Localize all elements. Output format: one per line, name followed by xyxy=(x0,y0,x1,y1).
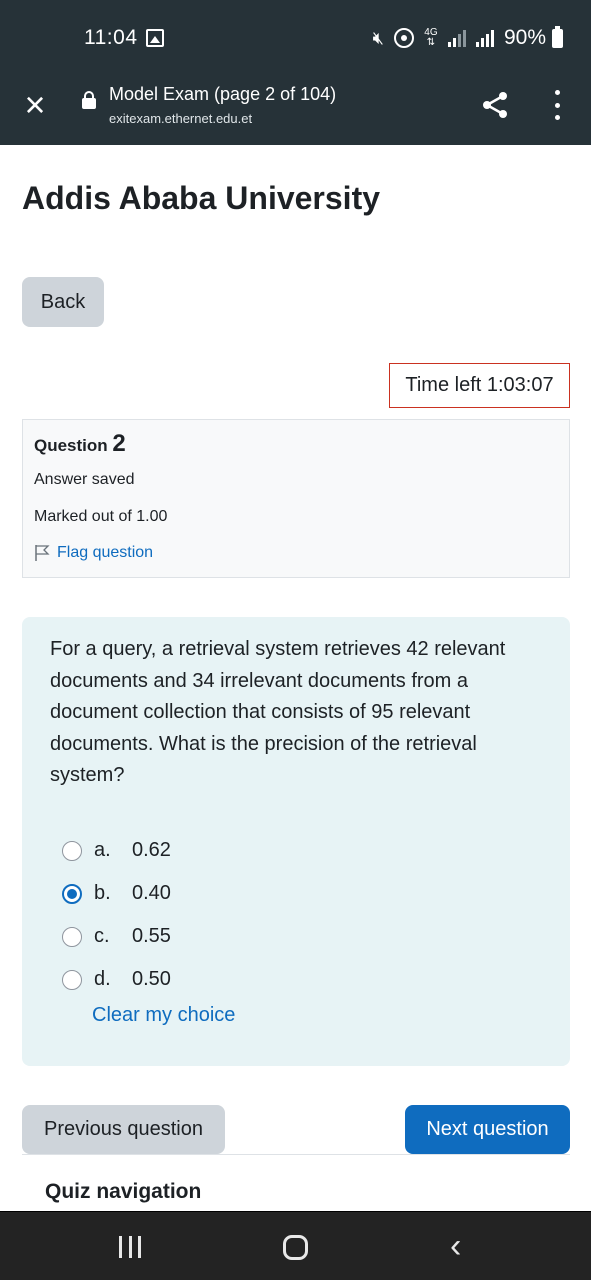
signal-icon xyxy=(447,29,466,47)
answer-letter: c. xyxy=(94,925,110,947)
question-box: For a query, a retrieval system retrieve… xyxy=(22,617,570,1066)
battery-percent: 90% xyxy=(503,26,546,49)
answer-option-c[interactable]: c. 0.55 xyxy=(62,915,171,958)
tab-url: exitexam.ethernet.edu.et xyxy=(109,111,253,126)
hotspot-icon xyxy=(393,28,414,48)
page-title: Addis Ababa University xyxy=(22,180,381,216)
answer-letter: b. xyxy=(94,882,111,904)
answer-letter: d. xyxy=(94,968,111,990)
share-icon[interactable] xyxy=(480,90,510,120)
back-button[interactable]: Back xyxy=(22,277,104,327)
lte-icon: 4G ⇅ xyxy=(424,27,438,48)
question-label-text: Question xyxy=(34,436,108,455)
radio-button[interactable] xyxy=(62,926,82,947)
home-icon[interactable] xyxy=(283,1235,308,1260)
more-icon[interactable] xyxy=(552,90,562,120)
quiz-navigation-heading: Quiz navigation xyxy=(45,1180,202,1203)
gallery-icon xyxy=(146,29,164,47)
answer-list: a. 0.62 b. 0.40 c. 0.55 d. 0.50 xyxy=(62,829,171,1001)
status-time: 11:04 xyxy=(84,26,138,49)
radio-button[interactable] xyxy=(62,969,82,990)
question-text: For a query, a retrieval system retrieve… xyxy=(50,638,506,786)
back-nav-icon[interactable]: ‹ xyxy=(450,1229,470,1263)
battery-icon xyxy=(552,25,563,48)
status-bar: 11:04 🔇︎ 4G ⇅ 90% xyxy=(0,0,591,76)
lock-icon xyxy=(82,91,96,109)
flag-question-link[interactable]: Flag question xyxy=(34,544,153,562)
answer-option-d[interactable]: d. 0.50 xyxy=(62,958,171,1001)
question-number: 2 xyxy=(112,430,126,457)
answer-value: 0.50 xyxy=(132,968,171,990)
system-nav-bar: ‹ xyxy=(0,1211,591,1280)
flag-question-label: Flag question xyxy=(57,544,154,561)
answer-option-b[interactable]: b. 0.40 xyxy=(62,872,171,915)
browser-toolbar: × Model Exam (page 2 of 104) exitexam.et… xyxy=(0,76,591,145)
previous-question-button[interactable]: Previous question xyxy=(22,1105,225,1154)
answer-value: 0.55 xyxy=(132,925,171,947)
flag-icon xyxy=(35,545,50,561)
recents-icon[interactable] xyxy=(119,1236,141,1258)
answer-letter: a. xyxy=(94,839,111,861)
tab-title: Model Exam (page 2 of 104) xyxy=(109,84,337,104)
question-mark: Marked out of 1.00 xyxy=(34,508,168,525)
status-icons: 🔇︎ 4G ⇅ 90% xyxy=(373,24,563,52)
radio-button-selected[interactable] xyxy=(62,883,82,904)
question-info: Question 2 Answer saved Marked out of 1.… xyxy=(22,419,570,578)
mute-icon: 🔇︎ xyxy=(372,27,384,48)
question-state: Answer saved xyxy=(34,471,135,488)
divider xyxy=(22,1154,570,1155)
answer-value: 0.62 xyxy=(132,839,171,861)
network-label: 4G xyxy=(424,27,438,38)
answer-option-a[interactable]: a. 0.62 xyxy=(62,829,171,872)
radio-button[interactable] xyxy=(62,840,82,861)
time-left: Time left 1:03:07 xyxy=(389,363,570,408)
signal-icon xyxy=(475,29,494,47)
close-icon[interactable]: × xyxy=(20,87,50,123)
clear-choice-link[interactable]: Clear my choice xyxy=(92,1004,235,1027)
question-label: Question 2 xyxy=(34,430,126,458)
next-question-button[interactable]: Next question xyxy=(405,1105,570,1154)
answer-value: 0.40 xyxy=(132,882,171,904)
